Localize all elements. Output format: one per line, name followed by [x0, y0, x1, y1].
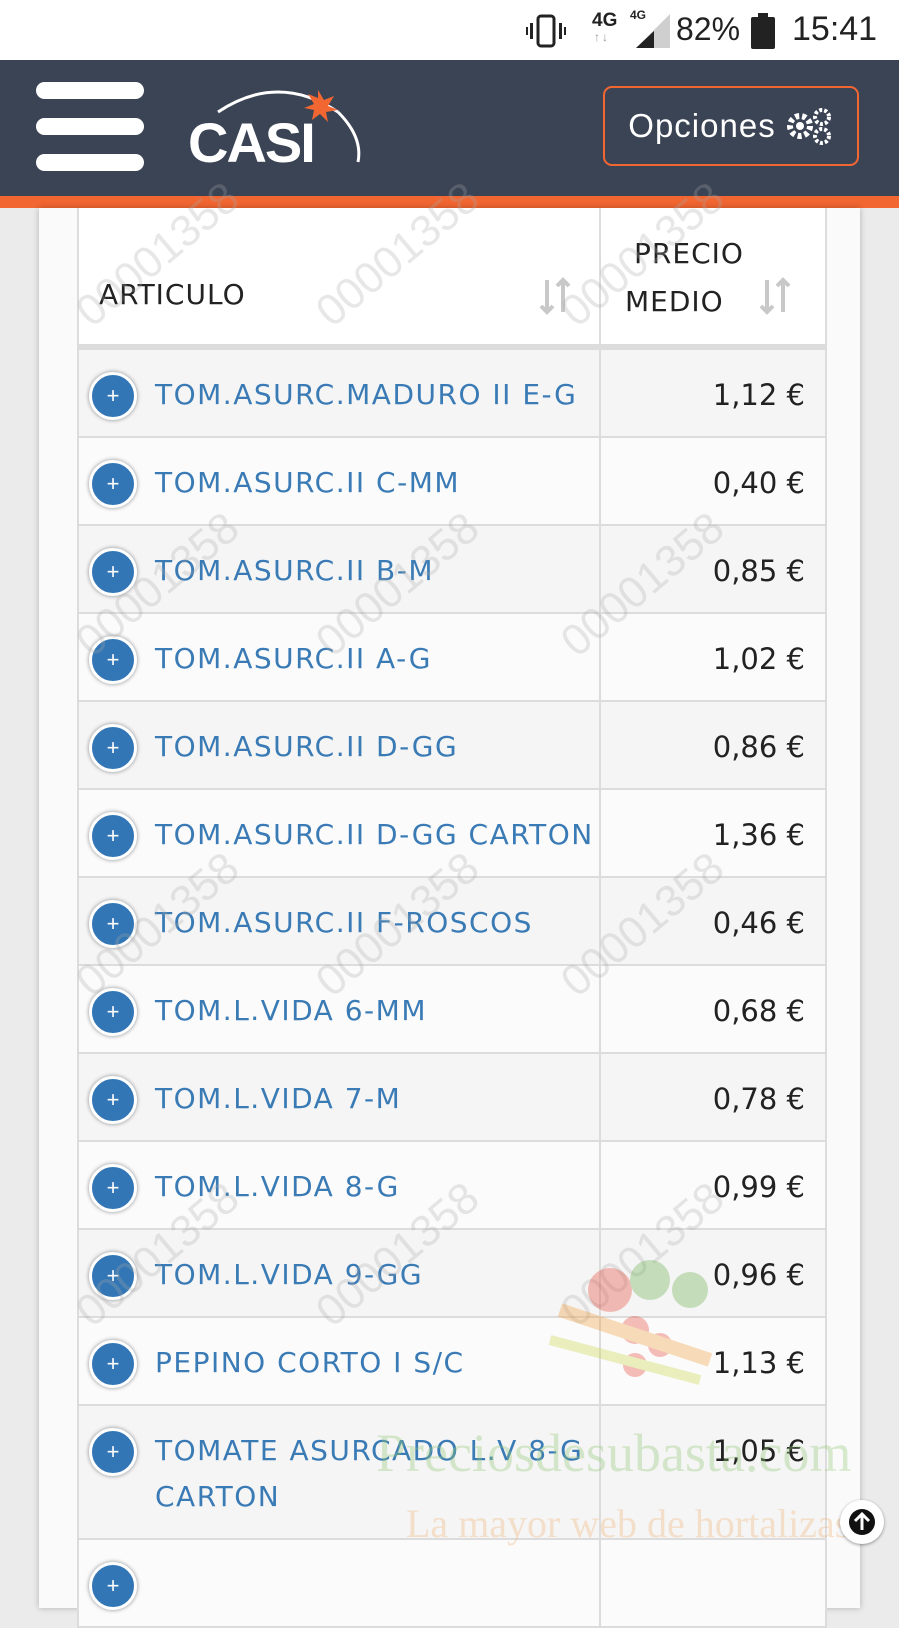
table-body: + TOM.ASURC.MADURO II E-G 1,12 € + TOM.ASUR…: [79, 350, 825, 1628]
column-divider: [599, 438, 601, 524]
battery-percentage: 82%: [676, 11, 741, 47]
column-header-articulo[interactable]: ARTICULO: [99, 278, 246, 311]
article-name[interactable]: PEPINO CORTO I S/C: [155, 1340, 595, 1386]
article-name[interactable]: TOM.ASURC.II D-GG: [155, 724, 595, 770]
article-name[interactable]: TOM.L.VIDA 6-MM: [155, 988, 595, 1034]
column-divider: [599, 614, 601, 700]
prices-table: ARTICULO PRECIO MEDIO + TOM.ASURC.MADURO …: [77, 208, 827, 1628]
expand-icon[interactable]: +: [89, 1164, 137, 1212]
casi-logo[interactable]: CASI: [188, 82, 368, 172]
status-bar: 4G ↑↓ 4G 82% 15:41: [0, 0, 899, 60]
expand-icon[interactable]: +: [89, 812, 137, 860]
expand-icon[interactable]: +: [89, 724, 137, 772]
expand-icon[interactable]: +: [89, 1076, 137, 1124]
column-divider: [599, 878, 601, 964]
expand-icon[interactable]: +: [89, 1252, 137, 1300]
menu-bar-icon: [36, 118, 144, 135]
network-type-label: 4G ↑↓: [592, 10, 618, 44]
column-divider: [599, 790, 601, 876]
table-row[interactable]: + TOM.ASURC.II D-GG 0,86 €: [79, 702, 825, 790]
sort-icon[interactable]: [539, 276, 573, 316]
expand-icon[interactable]: +: [89, 988, 137, 1036]
menu-button[interactable]: [36, 82, 146, 172]
table-row[interactable]: + TOM.L.VIDA 6-MM 0,68 €: [79, 966, 825, 1054]
menu-bar-icon: [36, 82, 144, 99]
sort-icon[interactable]: [759, 276, 793, 316]
expand-icon[interactable]: +: [89, 900, 137, 948]
article-name[interactable]: TOM.L.VIDA 8-G: [155, 1164, 595, 1210]
expand-icon[interactable]: +: [89, 636, 137, 684]
data-arrows-icon: ↑↓: [594, 30, 610, 44]
article-price: 0,86 €: [712, 730, 805, 764]
table-row[interactable]: + TOM.ASURC.II D-GG CARTON 1,36 €: [79, 790, 825, 878]
table-row[interactable]: + TOM.ASURC.MADURO II E-G 1,12 €: [79, 350, 825, 438]
column-divider: [599, 350, 601, 436]
options-label: Opciones: [628, 107, 776, 144]
content-card: ARTICULO PRECIO MEDIO + TOM.ASURC.MADURO …: [39, 208, 860, 1628]
signal-icon: [636, 14, 670, 48]
column-divider: [599, 526, 601, 612]
expand-icon[interactable]: +: [89, 372, 137, 420]
scroll-to-top-button[interactable]: [840, 1500, 884, 1544]
table-row[interactable]: + TOM.ASURC.II B-M 0,85 €: [79, 526, 825, 614]
column-divider: [599, 702, 601, 788]
column-divider: [599, 1054, 601, 1140]
article-name[interactable]: TOM.ASURC.II F-ROSCOS: [155, 900, 595, 946]
table-row[interactable]: + TOMATE ASURCADO L.V 8-G CARTON 1,05 €: [79, 1406, 825, 1540]
battery-icon: [751, 13, 775, 49]
options-button[interactable]: Opciones: [603, 86, 859, 166]
vegetables-logo-watermark: [548, 1260, 713, 1385]
article-name[interactable]: TOM.L.VIDA 9-GG: [155, 1252, 595, 1298]
column-divider: [599, 966, 601, 1052]
article-price: 1,12 €: [712, 378, 805, 412]
article-price: 1,36 €: [712, 818, 805, 852]
column-header-precio-medio[interactable]: PRECIO MEDIO: [599, 230, 779, 326]
expand-icon[interactable]: +: [89, 1340, 137, 1388]
clock: 15:41: [792, 10, 878, 48]
column-divider: [599, 1540, 601, 1626]
article-price: 1,02 €: [712, 642, 805, 676]
article-name[interactable]: TOM.ASURC.II B-M: [155, 548, 595, 594]
article-name[interactable]: TOMATE ASURCADO L.V 8-G CARTON: [155, 1428, 595, 1520]
table-header: ARTICULO PRECIO MEDIO: [79, 208, 825, 350]
article-price: 0,78 €: [712, 1082, 805, 1116]
price-header-line1: PRECIO: [634, 237, 744, 270]
article-price: 0,85 €: [712, 554, 805, 588]
header-accent-border: [0, 196, 899, 208]
expand-icon[interactable]: +: [89, 548, 137, 596]
article-name[interactable]: TOM.ASURC.II C-MM: [155, 460, 595, 506]
price-header-line2: MEDIO: [625, 285, 724, 318]
gears-icon: [786, 108, 831, 145]
logo-text: CASI: [188, 111, 314, 172]
article-price: 1,05 €: [712, 1434, 805, 1468]
table-row[interactable]: + TOM.L.VIDA 7-M 0,78 €: [79, 1054, 825, 1142]
article-name[interactable]: TOM.ASURC.II D-GG CARTON: [155, 812, 595, 858]
column-divider: [599, 1142, 601, 1228]
table-row[interactable]: + TOM.ASURC.II F-ROSCOS 0,46 €: [79, 878, 825, 966]
menu-bar-icon: [36, 154, 144, 171]
article-price: 0,40 €: [712, 466, 805, 500]
article-price: 0,68 €: [712, 994, 805, 1028]
table-row-partial[interactable]: +: [79, 1540, 825, 1628]
expand-icon[interactable]: +: [89, 460, 137, 508]
table-row[interactable]: + TOM.ASURC.II A-G 1,02 €: [79, 614, 825, 702]
article-price: 0,99 €: [712, 1170, 805, 1204]
expand-icon[interactable]: +: [89, 1562, 137, 1610]
article-name[interactable]: TOM.ASURC.II A-G: [155, 636, 595, 682]
article-price: 0,46 €: [712, 906, 805, 940]
article-name[interactable]: TOM.ASURC.MADURO II E-G: [155, 372, 595, 418]
column-divider: [599, 1406, 601, 1538]
table-row[interactable]: + TOM.L.VIDA 8-G 0,99 €: [79, 1142, 825, 1230]
table-row[interactable]: + TOM.ASURC.II C-MM 0,40 €: [79, 438, 825, 526]
vibrate-icon: [526, 14, 566, 48]
expand-icon[interactable]: +: [89, 1428, 137, 1476]
article-name[interactable]: TOM.L.VIDA 7-M: [155, 1076, 595, 1122]
